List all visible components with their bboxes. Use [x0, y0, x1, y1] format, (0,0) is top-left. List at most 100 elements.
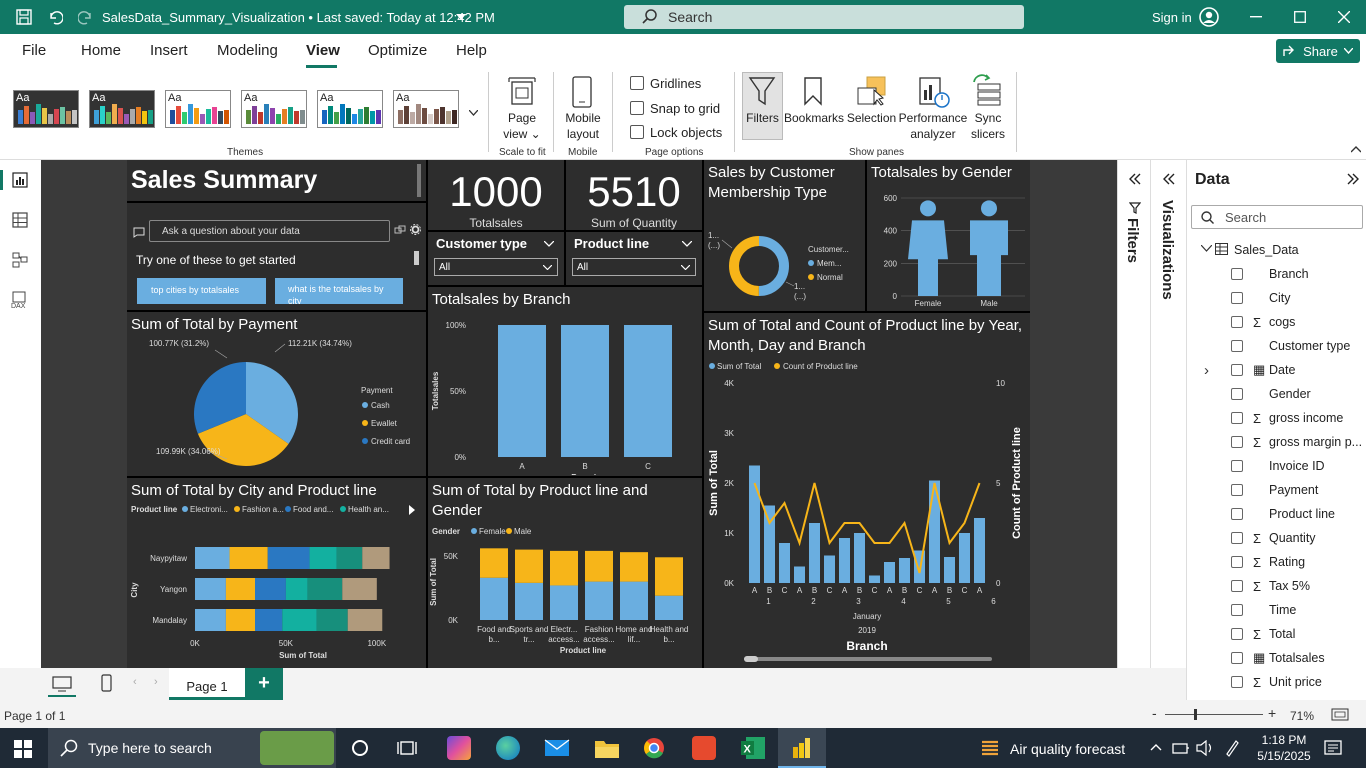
field-checkbox[interactable]: [1231, 532, 1243, 544]
card-totalsales[interactable]: 1000 Totalsales: [428, 160, 564, 230]
sign-in-link[interactable]: Sign in: [1152, 10, 1192, 25]
field-checkbox[interactable]: [1231, 316, 1243, 328]
field-item[interactable]: Σ Rating: [1231, 552, 1305, 572]
table-view-icon[interactable]: [12, 212, 28, 228]
title-tile[interactable]: Sales Summary: [127, 160, 426, 201]
redo-icon[interactable]: [78, 9, 94, 25]
zoom-slider[interactable]: [1165, 714, 1263, 715]
theme-swatch-2[interactable]: Aa: [89, 90, 155, 128]
bookmarks-button[interactable]: Bookmarks: [784, 110, 844, 126]
field-item[interactable]: Σgross margin p...: [1231, 432, 1362, 452]
field-checkbox[interactable]: [1231, 460, 1243, 472]
product-gender-chart-tile[interactable]: Sum of Total by Product line and Gender …: [428, 478, 702, 668]
theme-swatch-6[interactable]: Aa: [393, 90, 459, 128]
city-chart-tile[interactable]: Sum of Total by City and Product line Pr…: [127, 478, 426, 668]
performance-analyzer-button[interactable]: Performance analyzer: [898, 110, 968, 142]
expand-left-icon[interactable]: [1162, 173, 1175, 185]
field-checkbox[interactable]: [1231, 268, 1243, 280]
pen-icon[interactable]: [1224, 739, 1240, 757]
task-view-icon[interactable]: [397, 739, 417, 757]
qa-suggestion-2[interactable]: what is the totalsales by city: [275, 278, 403, 304]
volume-icon[interactable]: [1196, 740, 1214, 756]
menu-optimize[interactable]: Optimize: [368, 42, 427, 59]
weather-icon[interactable]: [980, 738, 1000, 760]
desktop-layout-icon[interactable]: [52, 676, 72, 692]
expand-left-icon[interactable]: [1128, 173, 1141, 185]
app-icon[interactable]: [692, 736, 716, 760]
scrollbar[interactable]: [414, 251, 419, 265]
field-item[interactable]: Time: [1231, 600, 1296, 620]
field-item[interactable]: ▦ Totalsales: [1231, 648, 1325, 668]
mail-icon[interactable]: [544, 738, 570, 758]
collapse-ribbon-icon[interactable]: [1351, 146, 1361, 153]
field-item[interactable]: Product line: [1231, 504, 1335, 524]
page-view-button[interactable]: Page view ⌄: [496, 110, 548, 142]
gridlines-checkbox[interactable]: Gridlines: [630, 76, 701, 91]
theme-swatch-3[interactable]: Aa: [165, 90, 231, 128]
menu-insert[interactable]: Insert: [150, 42, 188, 59]
menu-view[interactable]: View: [306, 42, 340, 59]
add-page-button[interactable]: +: [245, 668, 283, 700]
page-tab-1[interactable]: Page 1: [169, 668, 245, 700]
lock-objects-checkbox[interactable]: Lock objects: [630, 125, 722, 140]
field-checkbox[interactable]: [1231, 292, 1243, 304]
chevron-down-icon[interactable]: [544, 241, 554, 247]
next-page-icon[interactable]: ›: [154, 676, 158, 688]
theme-swatch-1[interactable]: Aa: [13, 90, 79, 128]
fit-to-page-icon[interactable]: [1331, 708, 1349, 721]
network-icon[interactable]: [1172, 740, 1190, 756]
slicer-dropdown[interactable]: All: [572, 258, 696, 276]
table-name[interactable]: Sales_Data: [1234, 243, 1299, 257]
field-checkbox[interactable]: [1231, 364, 1243, 376]
slicer-customer-type[interactable]: Customer type All: [428, 232, 564, 285]
field-checkbox[interactable]: [1231, 388, 1243, 400]
field-item[interactable]: Σ Quantity: [1231, 528, 1316, 548]
qa-input[interactable]: Ask a question about your data: [149, 220, 390, 242]
minimize-icon[interactable]: [1250, 16, 1262, 18]
field-item[interactable]: Customer type: [1231, 336, 1350, 356]
chevron-down-icon[interactable]: [456, 14, 466, 21]
field-checkbox[interactable]: [1231, 652, 1243, 664]
field-item[interactable]: Σ Tax 5%: [1231, 576, 1310, 596]
qa-tile[interactable]: Ask a question about your data Try one o…: [127, 203, 426, 310]
field-item[interactable]: Σ Total: [1231, 624, 1295, 644]
zoom-out-button[interactable]: -: [1152, 705, 1157, 721]
zoom-slider-thumb[interactable]: [1194, 709, 1197, 720]
membership-chart-tile[interactable]: Sales by Customer Membership Type 1... (…: [704, 160, 865, 311]
zoom-in-button[interactable]: +: [1268, 705, 1276, 721]
field-item[interactable]: Branch: [1231, 264, 1309, 284]
maximize-icon[interactable]: [1294, 11, 1306, 23]
field-item[interactable]: Σ Unit price: [1231, 672, 1322, 692]
save-icon[interactable]: [16, 9, 32, 25]
search-box[interactable]: Search: [624, 5, 1024, 29]
weather-text[interactable]: Air quality forecast: [1010, 741, 1125, 757]
cortana-icon[interactable]: [351, 739, 369, 757]
copilot-icon[interactable]: [447, 736, 471, 760]
menu-file[interactable]: File: [22, 42, 46, 59]
field-checkbox[interactable]: [1231, 436, 1243, 448]
slicer-dropdown[interactable]: All: [434, 258, 558, 276]
menu-home[interactable]: Home: [81, 42, 121, 59]
field-checkbox[interactable]: [1231, 484, 1243, 496]
field-item[interactable]: ▦ Date ›: [1204, 360, 1295, 380]
edge-icon[interactable]: [496, 736, 520, 760]
menu-modeling[interactable]: Modeling: [217, 42, 278, 59]
payment-chart-tile[interactable]: Sum of Total by Payment 112.21K (34.74%)…: [127, 312, 426, 476]
show-hidden-icons-icon[interactable]: [1150, 743, 1162, 751]
filters-pane-collapsed[interactable]: Filters: [1117, 160, 1150, 668]
collapse-right-icon[interactable]: [1347, 173, 1360, 185]
themes-dropdown-icon[interactable]: [469, 110, 478, 116]
chevron-down-icon[interactable]: [1201, 245, 1212, 252]
qa-options-icon[interactable]: [394, 225, 406, 235]
field-checkbox[interactable]: [1231, 508, 1243, 520]
scrollbar[interactable]: [417, 164, 421, 197]
combo-chart-tile[interactable]: Sum of Total and Count of Product line b…: [704, 313, 1030, 668]
undo-icon[interactable]: [47, 9, 63, 25]
theme-swatch-4[interactable]: Aa: [241, 90, 307, 128]
field-checkbox[interactable]: [1231, 604, 1243, 616]
field-item[interactable]: Gender: [1231, 384, 1311, 404]
field-item[interactable]: Payment: [1231, 480, 1318, 500]
dax-query-view-icon[interactable]: DAX: [10, 291, 30, 309]
selection-button[interactable]: Selection: [845, 110, 898, 126]
chevron-down-icon[interactable]: [682, 241, 692, 247]
